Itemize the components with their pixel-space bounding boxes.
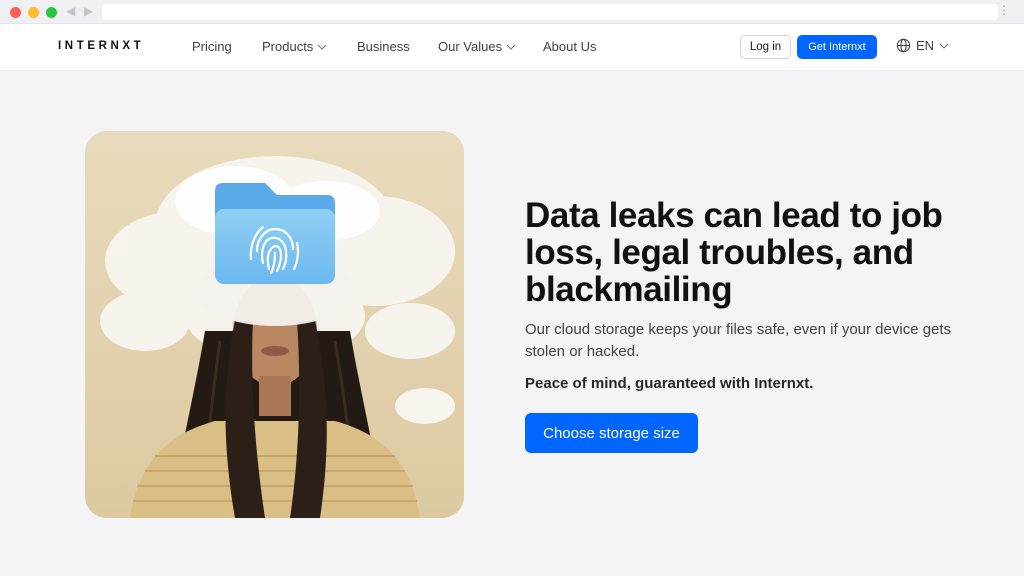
nav-pricing[interactable]: Pricing [192,39,232,54]
address-bar[interactable] [102,4,998,20]
close-window-button[interactable] [10,7,21,18]
nav-our-values[interactable]: Our Values [438,39,516,54]
language-selector[interactable]: EN [896,38,949,53]
nav-products-label: Products [262,39,314,54]
more-options-icon[interactable]: ⋮ [998,3,1010,17]
back-arrow-icon[interactable]: ◀ [66,4,75,18]
hero-title: Data leaks can lead to job loss, legal t… [525,196,943,309]
nav-products[interactable]: Products [262,39,327,54]
woman-with-cloud-image [85,131,464,518]
chevron-down-icon [317,44,327,50]
login-button[interactable]: Log in [740,35,791,59]
choose-storage-size-button[interactable]: Choose storage size [525,413,698,453]
chevron-down-icon [506,44,516,50]
nav-about-us-label: About Us [543,39,597,54]
hero-tagline: Peace of mind, guaranteed with Internxt. [525,375,814,392]
hero-subtitle: Our cloud storage keeps your files safe,… [525,321,952,360]
language-label: EN [916,38,935,53]
internxt-logo[interactable]: INTERNXT [58,40,144,52]
get-internxt-button[interactable]: Get Internxt [797,35,877,59]
site-header: INTERNXT Pricing Products Business Our V… [0,24,1024,71]
hero-illustration [85,131,464,518]
nav-pricing-label: Pricing [192,39,232,54]
nav-our-values-label: Our Values [438,39,503,54]
nav-business-label: Business [357,39,410,54]
maximize-window-button[interactable] [46,7,57,18]
forward-arrow-icon[interactable]: ▶ [84,4,93,18]
minimize-window-button[interactable] [28,7,39,18]
nav-business[interactable]: Business [357,39,410,54]
globe-icon [896,38,911,53]
nav-about-us[interactable]: About Us [543,39,596,54]
chevron-down-icon [939,43,949,49]
browser-chrome: ◀ ▶ ⋮ [0,0,1024,24]
